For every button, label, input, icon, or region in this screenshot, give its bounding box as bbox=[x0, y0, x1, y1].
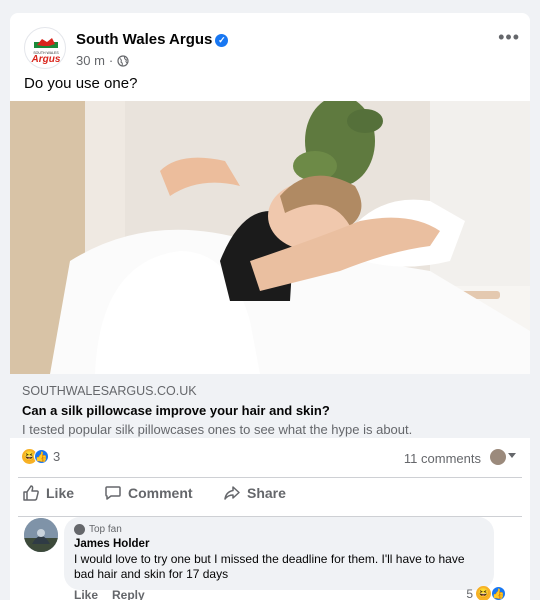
page-name[interactable]: South Wales Argus ✓ bbox=[76, 31, 229, 48]
share-button[interactable]: Share bbox=[223, 484, 286, 502]
post-header: SOUTH WALES Argus South Wales Argus ✓ 30 … bbox=[10, 13, 530, 73]
more-options-button[interactable]: ••• bbox=[498, 27, 520, 48]
top-fan-badge: Top fan bbox=[74, 524, 484, 535]
comment-actions: Like Reply bbox=[74, 588, 145, 600]
top-fan-icon bbox=[74, 524, 85, 535]
comment-like-button[interactable]: Like bbox=[74, 588, 98, 600]
argus-logo-icon: SOUTH WALES Argus bbox=[31, 36, 61, 65]
reaction-count: 3 bbox=[53, 449, 61, 464]
chevron-down-icon[interactable] bbox=[508, 453, 516, 458]
post-photo[interactable] bbox=[10, 101, 530, 374]
like-label: Like bbox=[46, 485, 75, 501]
post-card: SOUTH WALES Argus South Wales Argus ✓ 30 … bbox=[10, 13, 530, 600]
comment-reply-button[interactable]: Reply bbox=[112, 588, 145, 600]
avatar-photo bbox=[24, 518, 58, 552]
post-time[interactable]: 30 m bbox=[76, 53, 105, 68]
thumbs-up-icon bbox=[23, 485, 39, 501]
like-reaction-icon: 👍 bbox=[34, 449, 49, 464]
like-button[interactable]: Like bbox=[22, 484, 74, 502]
comment-label: Comment bbox=[128, 485, 193, 501]
comment-bubble: Top fan James Holder I would love to try… bbox=[64, 517, 494, 590]
link-description: I tested popular silk pillowcases ones t… bbox=[22, 422, 413, 437]
commenter-avatar-large[interactable] bbox=[24, 518, 58, 552]
link-title[interactable]: Can a silk pillowcase improve your hair … bbox=[22, 403, 518, 418]
post-actions: Like Comment Share bbox=[18, 477, 522, 517]
verified-badge-icon: ✓ bbox=[215, 34, 229, 47]
haha-reaction-icon: 😆 bbox=[476, 586, 491, 600]
comment-reactions[interactable]: 5 😆 👍 bbox=[466, 586, 506, 600]
reactions-summary[interactable]: 😆 👍 3 bbox=[22, 449, 60, 464]
post-stats: 😆 👍 3 11 comments bbox=[10, 447, 530, 471]
comment-reaction-count: 5 bbox=[466, 586, 473, 600]
post-caption: Do you use one? bbox=[24, 75, 138, 92]
globe-icon bbox=[117, 54, 129, 67]
page-avatar[interactable]: SOUTH WALES Argus bbox=[24, 27, 66, 69]
commenter-avatar[interactable] bbox=[490, 449, 506, 465]
link-domain: SOUTHWALESARGUS.CO.UK bbox=[22, 384, 197, 398]
post-meta: 30 m · bbox=[76, 53, 129, 68]
speech-bubble-icon bbox=[105, 486, 121, 500]
comment-text: I would love to try one but I missed the… bbox=[74, 552, 465, 581]
comment-button[interactable]: Comment bbox=[104, 484, 193, 502]
badge-label: Top fan bbox=[89, 524, 122, 535]
comment-author[interactable]: James Holder bbox=[74, 538, 484, 550]
like-reaction-icon: 👍 bbox=[491, 586, 506, 600]
share-arrow-icon bbox=[224, 486, 240, 500]
share-label: Share bbox=[247, 485, 286, 501]
meta-separator: · bbox=[108, 53, 114, 68]
comments-count[interactable]: 11 comments bbox=[404, 451, 481, 466]
link-preview[interactable]: SOUTHWALESARGUS.CO.UK Can a silk pillowc… bbox=[10, 374, 530, 438]
sleeping-woman-photo bbox=[10, 101, 530, 374]
page-name-text[interactable]: South Wales Argus bbox=[76, 31, 212, 48]
avatar-text: Argus bbox=[31, 54, 61, 65]
